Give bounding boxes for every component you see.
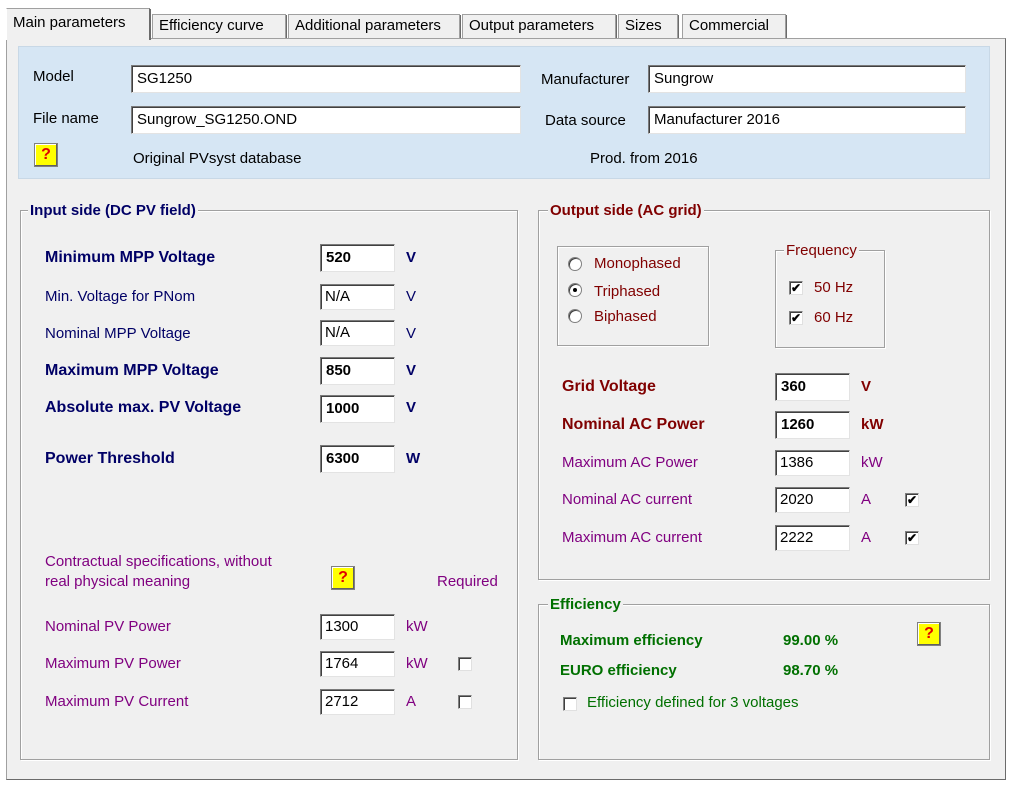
contract-text-line1: Contractual specifications, without [45,553,272,570]
max-pv-current-label: Maximum PV Current [45,693,189,710]
abs-max-pv-voltage-label: Absolute max. PV Voltage [45,399,242,416]
three-voltages-checkbox[interactable] [563,697,577,711]
power-threshold-unit: W [406,450,421,467]
contract-text-line2: real physical meaning [45,573,191,590]
nominal-ac-power-unit: kW [861,416,884,433]
abs-max-pv-voltage-unit: V [406,399,417,416]
min-voltage-pnom-label: Min. Voltage for PNom [45,288,196,305]
grid-voltage-unit: V [861,378,872,395]
triphased-radio[interactable] [568,283,582,297]
nominal-ac-power-label: Nominal AC Power [562,416,705,433]
tab-label: Commercial [689,17,770,34]
tab-efficiency-curve[interactable]: Efficiency curve [152,14,287,38]
max-pv-power-input[interactable]: 1764 [320,651,395,677]
required-label: Required [437,573,498,590]
tab-commercial[interactable]: Commercial [682,14,787,38]
freq-50hz-checkbox[interactable]: ✔ [789,281,803,295]
max-pv-current-input[interactable]: 2712 [320,689,395,715]
euro-efficiency-label: EURO efficiency [560,662,677,679]
input-side-title: Input side (DC PV field) [28,202,198,219]
freq-60hz-checkbox[interactable]: ✔ [789,311,803,325]
origin-text: Original PVsyst database [133,150,302,167]
max-efficiency-label: Maximum efficiency [560,632,703,649]
efficiency-title: Efficiency [548,596,623,613]
max-ac-power-input[interactable]: 1386 [775,450,850,476]
abs-max-pv-voltage-input[interactable]: 1000 [320,395,395,423]
max-mpp-voltage-unit: V [406,362,417,379]
nominal-ac-power-input[interactable]: 1260 [775,411,850,439]
grid-voltage-label: Grid Voltage [562,378,656,395]
frequency-title: Frequency [784,242,859,259]
tab-main-parameters[interactable]: Main parameters [6,8,151,40]
max-pv-power-label: Maximum PV Power [45,655,181,672]
nominal-ac-current-input[interactable]: 2020 [775,487,850,513]
data-source-label: Data source [545,112,626,129]
help-button-header[interactable]: ? [34,143,58,167]
tab-label: Additional parameters [295,17,441,34]
nominal-mpp-voltage-input[interactable]: N/A [320,320,395,346]
freq-50hz-label: 50 Hz [814,279,854,296]
monophased-radio[interactable] [568,257,582,271]
manufacturer-input[interactable]: Sungrow [648,65,966,93]
help-button-efficiency[interactable]: ? [917,622,941,646]
biphased-label: Biphased [594,308,657,325]
nominal-mpp-voltage-unit: V [406,325,417,342]
max-ac-current-checkbox[interactable]: ✔ [905,531,919,545]
tab-label: Efficiency curve [159,17,264,34]
triphased-label: Triphased [594,283,661,300]
tab-additional-parameters[interactable]: Additional parameters [288,14,461,38]
max-ac-power-label: Maximum AC Power [562,454,698,471]
max-pv-current-unit: A [406,693,417,710]
nominal-pv-power-unit: kW [406,618,428,635]
nominal-pv-power-input[interactable]: 1300 [320,614,395,640]
tab-label: Sizes [625,17,662,34]
max-ac-power-unit: kW [861,454,883,471]
min-voltage-pnom-unit: V [406,288,417,305]
min-mpp-voltage-unit: V [406,249,417,266]
tab-label: Output parameters [469,17,595,34]
power-threshold-label: Power Threshold [45,450,175,467]
manufacturer-label: Manufacturer [541,71,630,88]
frequency-group [775,250,885,348]
output-side-title: Output side (AC grid) [548,202,704,219]
min-mpp-voltage-input[interactable]: 520 [320,244,395,272]
max-mpp-voltage-label: Maximum MPP Voltage [45,362,219,379]
nominal-ac-current-label: Nominal AC current [562,491,693,508]
max-efficiency-value: 99.00 % [783,632,839,649]
min-mpp-voltage-label: Minimum MPP Voltage [45,249,216,266]
production-text: Prod. from 2016 [590,150,698,167]
tab-output-parameters[interactable]: Output parameters [462,14,617,38]
max-pv-power-required-checkbox[interactable] [458,657,472,671]
freq-60hz-label: 60 Hz [814,309,854,326]
model-label: Model [33,68,74,85]
nominal-ac-current-checkbox[interactable]: ✔ [905,493,919,507]
max-ac-current-unit: A [861,529,872,546]
tab-sizes[interactable]: Sizes [618,14,679,38]
file-name-input[interactable]: Sungrow_SG1250.OND [131,106,521,134]
monophased-label: Monophased [594,255,681,272]
help-button-contract[interactable]: ? [331,566,355,590]
data-source-input[interactable]: Manufacturer 2016 [648,106,966,134]
nominal-mpp-voltage-label: Nominal MPP Voltage [45,325,191,342]
model-input[interactable]: SG1250 [131,65,521,93]
max-ac-current-input[interactable]: 2222 [775,525,850,551]
max-mpp-voltage-input[interactable]: 850 [320,357,395,385]
max-pv-current-required-checkbox[interactable] [458,695,472,709]
nominal-ac-current-unit: A [861,491,872,508]
min-voltage-pnom-input[interactable]: N/A [320,284,395,310]
nominal-pv-power-label: Nominal PV Power [45,618,171,635]
max-ac-current-label: Maximum AC current [562,529,703,546]
three-voltages-label: Efficiency defined for 3 voltages [587,694,799,711]
power-threshold-input[interactable]: 6300 [320,445,395,473]
euro-efficiency-value: 98.70 % [783,662,839,679]
max-pv-power-unit: kW [406,655,428,672]
tab-label: Main parameters [13,14,126,31]
biphased-radio[interactable] [568,309,582,323]
grid-voltage-input[interactable]: 360 [775,373,850,401]
file-name-label: File name [33,110,99,127]
